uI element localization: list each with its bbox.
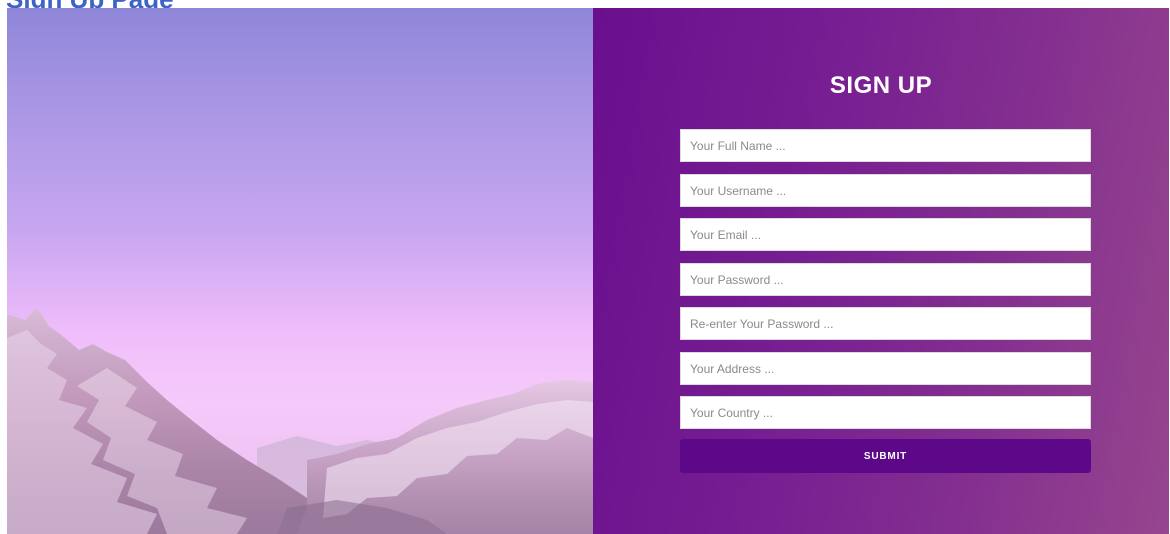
username-field[interactable]	[680, 174, 1091, 207]
confirm-password-field[interactable]	[680, 307, 1091, 340]
email-field[interactable]	[680, 218, 1091, 251]
submit-button[interactable]: SUBMIT	[680, 439, 1091, 473]
password-field[interactable]	[680, 263, 1091, 296]
form-title: SIGN UP	[829, 72, 933, 99]
country-field[interactable]	[680, 396, 1091, 429]
page-heading: Sign Up Page	[6, 0, 174, 8]
address-field[interactable]	[680, 352, 1091, 385]
signup-form-panel: SIGN UP SUBMIT	[593, 8, 1169, 534]
signup-card: SIGN UP SUBMIT	[7, 8, 1169, 534]
mountain-illustration	[7, 308, 593, 534]
signup-page: Sign Up Page	[0, 0, 1170, 534]
mountain-landscape-image	[7, 8, 593, 534]
full-name-field[interactable]	[680, 129, 1091, 162]
